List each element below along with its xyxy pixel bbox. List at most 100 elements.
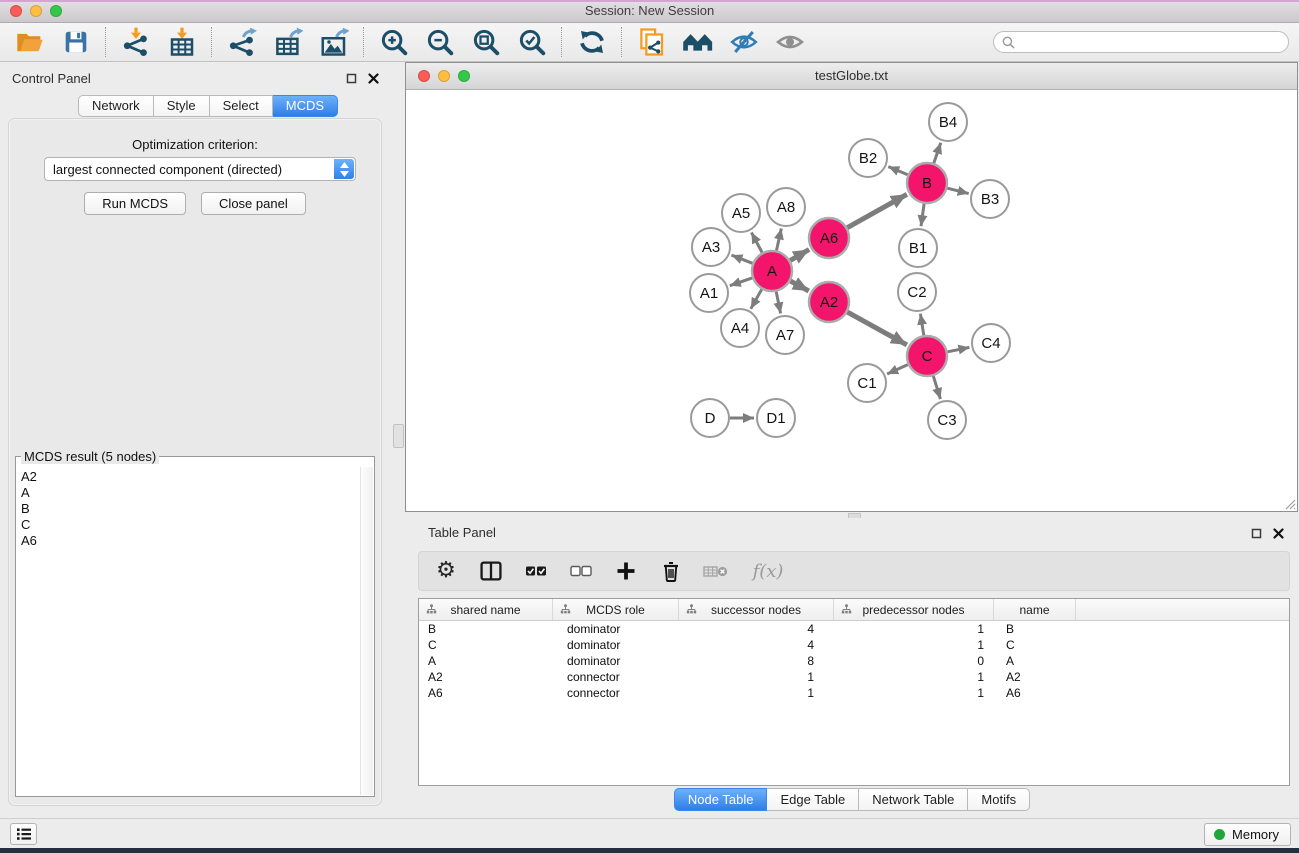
graph-node-A2[interactable]: A2 xyxy=(809,282,849,322)
zoom-in-button[interactable] xyxy=(374,25,414,59)
graph-edge-A-A2[interactable] xyxy=(790,281,808,291)
graph-edge-C-C2[interactable] xyxy=(920,314,923,336)
column-header-name[interactable]: name xyxy=(994,599,1076,620)
table-tab-edge-table[interactable]: Edge Table xyxy=(767,788,859,811)
column-header-shared-name[interactable]: shared name xyxy=(419,599,553,620)
mcds-result-item[interactable]: A6 xyxy=(21,533,358,549)
graph-node-A7[interactable]: A7 xyxy=(766,316,804,354)
table-row[interactable]: Bdominator41B xyxy=(419,621,1289,637)
table-row[interactable]: Cdominator41C xyxy=(419,637,1289,653)
network-zoom-button[interactable] xyxy=(458,70,470,82)
graph-node-C2[interactable]: C2 xyxy=(898,273,936,311)
minimize-window-button[interactable] xyxy=(30,5,42,17)
table-settings-button[interactable]: ⚙ xyxy=(431,556,461,586)
table-tab-network-table[interactable]: Network Table xyxy=(859,788,968,811)
column-header-successor-nodes[interactable]: successor nodes xyxy=(679,599,834,620)
graph-node-C3[interactable]: C3 xyxy=(928,401,966,439)
close-panel-button[interactable] xyxy=(366,71,380,85)
graph-node-D[interactable]: D xyxy=(691,399,729,437)
graph-edge-B-B1[interactable] xyxy=(921,204,924,226)
mcds-result-item[interactable]: C xyxy=(21,517,358,533)
zoom-fit-button[interactable] xyxy=(466,25,506,59)
graph-node-A[interactable]: A xyxy=(752,251,792,291)
graph-edge-A-A3[interactable] xyxy=(732,255,753,263)
table-close-button[interactable] xyxy=(1271,526,1285,540)
network-minimize-button[interactable] xyxy=(438,70,450,82)
graph-node-B[interactable]: B xyxy=(907,163,947,203)
control-tab-select[interactable]: Select xyxy=(210,95,273,117)
delete-column-button[interactable] xyxy=(656,556,686,586)
zoom-window-button[interactable] xyxy=(50,5,62,17)
create-column-button[interactable] xyxy=(611,556,641,586)
graph-edge-A-A4[interactable] xyxy=(751,289,762,309)
mcds-result-item[interactable]: A xyxy=(21,485,358,501)
vertical-split-handle[interactable] xyxy=(393,424,404,448)
table-row[interactable]: Adominator80A xyxy=(419,653,1289,669)
graph-node-A6[interactable]: A6 xyxy=(809,218,849,258)
float-panel-button[interactable] xyxy=(344,71,358,85)
graph-edge-A-A8[interactable] xyxy=(777,229,782,251)
graph-edge-A2-C[interactable] xyxy=(847,312,907,345)
control-tab-style[interactable]: Style xyxy=(154,95,210,117)
graph-edge-C-C1[interactable] xyxy=(887,365,908,374)
graph-edge-A-A1[interactable] xyxy=(730,278,752,286)
network-window-titlebar[interactable]: testGlobe.txt xyxy=(406,63,1297,90)
graph-edge-B-B3[interactable] xyxy=(947,188,968,193)
column-header-predecessor-nodes[interactable]: predecessor nodes xyxy=(834,599,994,620)
control-tab-mcds[interactable]: MCDS xyxy=(273,95,338,117)
save-session-button[interactable] xyxy=(56,25,96,59)
graph-edge-B-B4[interactable] xyxy=(934,143,941,163)
window-resize-grip[interactable] xyxy=(1283,497,1296,510)
graph-edge-A-A5[interactable] xyxy=(751,232,762,252)
show-all-button[interactable] xyxy=(770,25,810,59)
graph-node-A4[interactable]: A4 xyxy=(721,309,759,347)
graph-node-B1[interactable]: B1 xyxy=(899,229,937,267)
zoom-out-button[interactable] xyxy=(420,25,460,59)
export-network-button[interactable] xyxy=(222,25,262,59)
table-tab-node-table[interactable]: Node Table xyxy=(674,788,768,811)
graph-node-A8[interactable]: A8 xyxy=(767,188,805,226)
refresh-layout-button[interactable] xyxy=(572,25,612,59)
control-tab-network[interactable]: Network xyxy=(78,95,154,117)
graph-node-C[interactable]: C xyxy=(907,336,947,376)
export-image-button[interactable] xyxy=(314,25,354,59)
graph-node-B2[interactable]: B2 xyxy=(849,139,887,177)
graph-node-A1[interactable]: A1 xyxy=(690,274,728,312)
graph-node-B4[interactable]: B4 xyxy=(929,103,967,141)
hide-selected-button[interactable] xyxy=(724,25,764,59)
graph-edge-C-C3[interactable] xyxy=(933,376,940,399)
column-header-mcds-role[interactable]: MCDS role xyxy=(553,599,679,620)
table-row[interactable]: A2connector11A2 xyxy=(419,669,1289,685)
graph-edge-A-A6[interactable] xyxy=(790,250,809,261)
table-tab-motifs[interactable]: Motifs xyxy=(968,788,1030,811)
graph-edge-C-C4[interactable] xyxy=(948,347,970,351)
graph-node-C4[interactable]: C4 xyxy=(972,324,1010,362)
show-columns-button[interactable] xyxy=(476,556,506,586)
import-table-button[interactable] xyxy=(162,25,202,59)
export-table-button[interactable] xyxy=(268,25,308,59)
mcds-result-item[interactable]: B xyxy=(21,501,358,517)
search-input[interactable] xyxy=(1020,34,1280,51)
graph-node-D1[interactable]: D1 xyxy=(757,399,795,437)
table-float-button[interactable] xyxy=(1249,526,1263,540)
criterion-select[interactable]: largest connected component (directed) xyxy=(44,157,356,181)
table-row[interactable]: A6connector11A6 xyxy=(419,685,1289,701)
network-close-button[interactable] xyxy=(418,70,430,82)
graph-node-C1[interactable]: C1 xyxy=(848,364,886,402)
graph-node-A3[interactable]: A3 xyxy=(692,228,730,266)
network-canvas[interactable]: B4B2BB3A5A8A6A3B1AC2A1A2A4A7C4CC1C3DD1 xyxy=(406,90,1297,511)
select-all-columns-button[interactable] xyxy=(521,556,551,586)
first-neighbors-button[interactable] xyxy=(678,25,718,59)
run-mcds-button[interactable]: Run MCDS xyxy=(84,192,186,215)
graph-node-A5[interactable]: A5 xyxy=(722,194,760,232)
memory-button[interactable]: Memory xyxy=(1204,823,1291,846)
open-session-button[interactable] xyxy=(10,25,50,59)
function-builder-button[interactable]: f(x) xyxy=(746,556,790,586)
close-window-button[interactable] xyxy=(10,5,22,17)
mcds-result-item[interactable]: A2 xyxy=(21,469,358,485)
delete-table-button[interactable] xyxy=(701,556,731,586)
import-network-button[interactable] xyxy=(116,25,156,59)
new-network-from-selection-button[interactable] xyxy=(632,25,672,59)
task-history-button[interactable] xyxy=(10,823,37,845)
graph-edge-A6-B[interactable] xyxy=(847,194,907,227)
